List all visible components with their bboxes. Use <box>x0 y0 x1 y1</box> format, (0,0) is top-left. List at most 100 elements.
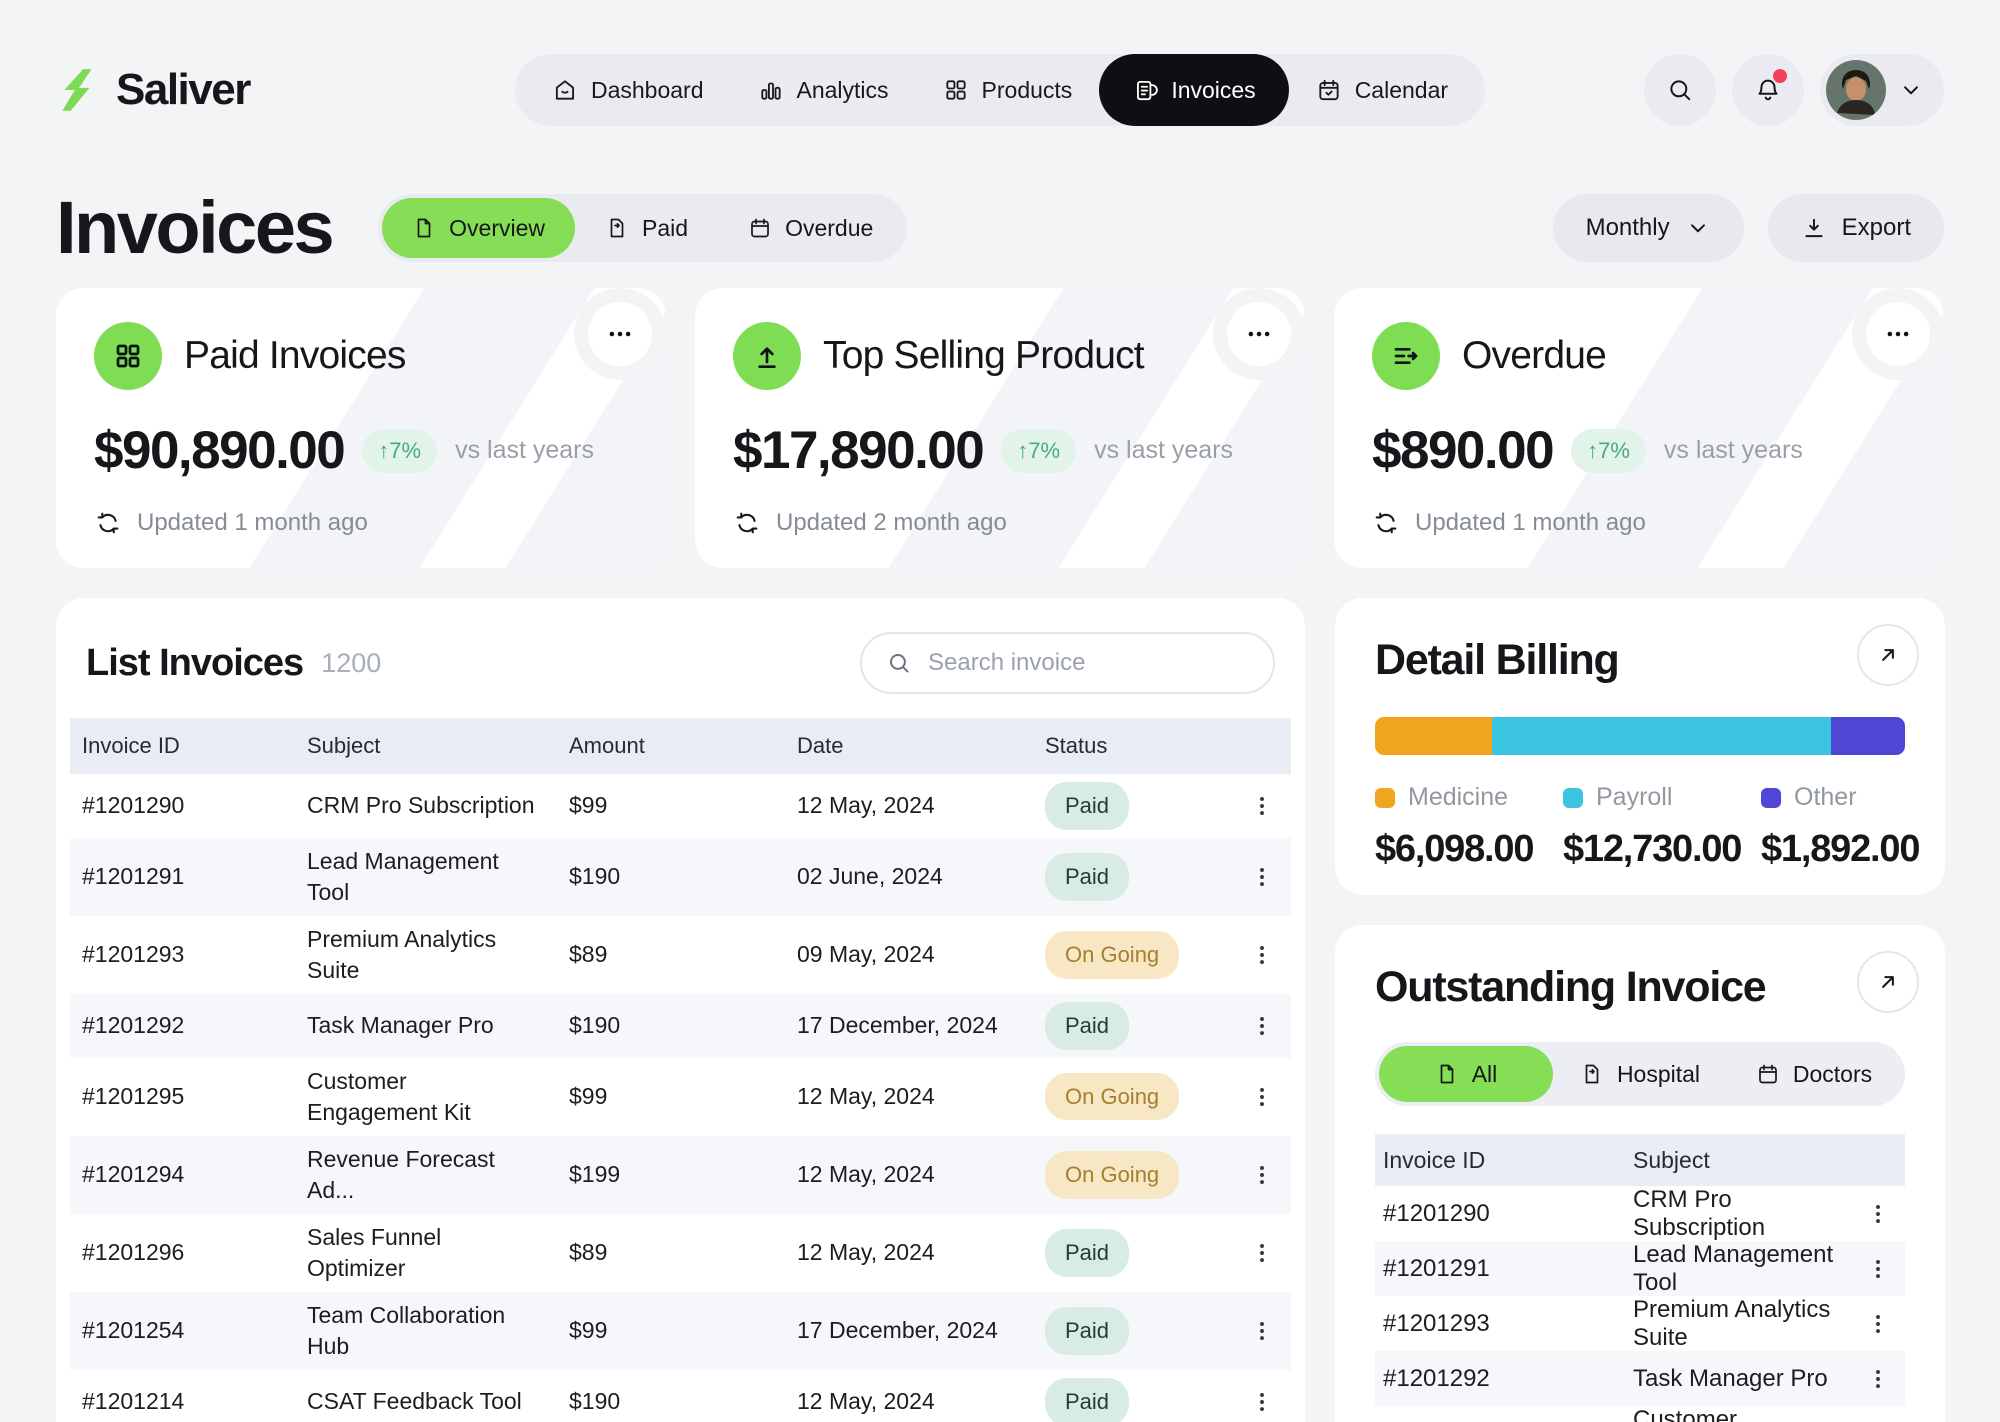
column-header: Status <box>1043 723 1237 769</box>
outstanding-table-header: Invoice ID Subject <box>1375 1134 1905 1186</box>
nav-item-invoices[interactable]: Invoices <box>1099 54 1288 126</box>
export-button[interactable]: Export <box>1768 194 1944 262</box>
row-menu-button[interactable] <box>1861 1201 1897 1227</box>
tab-paid[interactable]: Paid <box>575 198 718 258</box>
billing-amount: $1,892.00 <box>1761 828 1919 871</box>
invoice-id: #1201292 <box>80 1002 305 1049</box>
card-menu-button[interactable] <box>1227 302 1291 366</box>
search-icon <box>886 650 912 676</box>
tab-overview[interactable]: Overview <box>382 198 575 258</box>
row-menu-button[interactable] <box>1861 1256 1897 1282</box>
list-title: List Invoices <box>86 642 303 685</box>
invoice-id: #1201292 <box>1383 1365 1633 1393</box>
invoice-amount: $190 <box>567 1002 795 1049</box>
legend-item: Medicine <box>1375 783 1563 812</box>
row-menu-button[interactable] <box>1237 1389 1281 1415</box>
outstanding-tab-all[interactable]: All <box>1379 1046 1553 1102</box>
outstanding-row: #1201290CRM Pro Subscription <box>1375 1186 1905 1241</box>
open-outstanding-button[interactable] <box>1857 951 1919 1013</box>
bar-segment <box>1492 717 1831 755</box>
outstanding-tab-doctors[interactable]: Doctors <box>1727 1046 1901 1102</box>
row-menu-button[interactable] <box>1237 1240 1281 1266</box>
row-menu-button[interactable] <box>1237 864 1281 890</box>
invoice-amount: $99 <box>567 782 795 829</box>
invoices-page: Saliver Dashboard Analytics Products <box>0 0 2000 1422</box>
nav-label: Analytics <box>797 77 889 104</box>
column-header: Invoice ID <box>1383 1147 1633 1174</box>
table-row: #1201290CRM Pro Subscription$9912 May, 2… <box>70 774 1291 838</box>
invoice-amount: $99 <box>567 1307 795 1354</box>
outstanding-row: #1201293Premium Analytics Suite <box>1375 1296 1905 1351</box>
bar-segment <box>1375 717 1492 755</box>
nav-item-calendar[interactable]: Calendar <box>1289 54 1475 126</box>
nav-item-analytics[interactable]: Analytics <box>731 54 916 126</box>
row-menu-button[interactable] <box>1861 1366 1897 1392</box>
tab-label: All <box>1472 1061 1498 1088</box>
row-menu-button[interactable] <box>1237 1162 1281 1188</box>
invoice-subject: Team Collaboration Hub <box>305 1292 567 1370</box>
invoice-date: 12 May, 2024 <box>795 1151 1043 1198</box>
column-header: Subject <box>1633 1147 1861 1174</box>
invoice-count: 1200 <box>321 648 381 679</box>
legend-item: Payroll <box>1563 783 1761 812</box>
status-badge: Paid <box>1045 853 1129 901</box>
calendar-icon <box>1756 1062 1780 1086</box>
open-detail-billing-button[interactable] <box>1857 624 1919 686</box>
stat-value: $90,890.00 <box>94 420 344 481</box>
card-menu-button[interactable] <box>588 302 652 366</box>
compare-label: vs last years <box>1094 436 1233 465</box>
notification-dot <box>1773 69 1787 83</box>
invoice-amount: $99 <box>567 1073 795 1120</box>
outstanding-row: #1201291Lead Management Tool <box>1375 1241 1905 1296</box>
invoice-subject: Revenue Forecast Ad... <box>305 1136 567 1214</box>
right-column: Detail Billing MedicinePayrollOther $6,0… <box>1335 598 1945 1422</box>
column-header: Date <box>795 723 1043 769</box>
status-badge: Paid <box>1045 782 1129 830</box>
search-invoice-input[interactable] <box>926 648 1249 678</box>
invoice-table-body: #1201290CRM Pro Subscription$9912 May, 2… <box>70 774 1291 1422</box>
search-button[interactable] <box>1644 54 1716 126</box>
bar-chart-icon <box>758 77 784 103</box>
period-select[interactable]: Monthly <box>1553 194 1744 262</box>
stat-title: Top Selling Product <box>823 334 1144 378</box>
row-menu-button[interactable] <box>1861 1311 1897 1337</box>
table-row: #1201254Team Collaboration Hub$9917 Dece… <box>70 1292 1291 1370</box>
card-menu-button[interactable] <box>1866 302 1930 366</box>
row-menu-button[interactable] <box>1237 1013 1281 1039</box>
invoice-id: #1201293 <box>1383 1310 1633 1338</box>
brand-logo: Saliver <box>56 65 250 115</box>
status-badge: On Going <box>1045 931 1179 979</box>
billing-amount: $6,098.00 <box>1375 828 1563 871</box>
invoice-date: 12 May, 2024 <box>795 1378 1043 1422</box>
delta-badge: ↑7% <box>362 429 437 473</box>
stat-card-overdue: Overdue $890.00 ↑7% vs last years Update… <box>1334 288 1944 568</box>
row-menu-button[interactable] <box>1237 793 1281 819</box>
stat-card-top-selling: Top Selling Product $17,890.00 ↑7% vs la… <box>695 288 1305 568</box>
row-menu-button[interactable] <box>1237 1318 1281 1344</box>
invoice-table-header: Invoice ID Subject Amount Date Status <box>70 718 1291 774</box>
legend-label: Payroll <box>1596 783 1672 812</box>
status-badge: Paid <box>1045 1378 1129 1422</box>
page-header: Invoices Overview Paid Overdue <box>56 192 1944 264</box>
invoice-id: #1201296 <box>80 1229 305 1276</box>
outstanding-tab-hospital[interactable]: Hospital <box>1553 1046 1727 1102</box>
search-invoice-field[interactable] <box>860 632 1275 694</box>
calendar-icon <box>1316 77 1342 103</box>
invoice-date: 17 December, 2024 <box>795 1307 1043 1354</box>
table-row: #1201295Customer Engagement Kit$9912 May… <box>70 1058 1291 1136</box>
user-menu[interactable] <box>1820 54 1944 126</box>
detail-billing-title: Detail Billing <box>1375 636 1905 685</box>
billing-stacked-bar <box>1375 717 1905 755</box>
table-row: #1201291Lead Management Tool$19002 June,… <box>70 838 1291 916</box>
notifications-button[interactable] <box>1732 54 1804 126</box>
nav-item-dashboard[interactable]: Dashboard <box>525 54 731 126</box>
invoice-id: #1201214 <box>80 1378 305 1422</box>
row-menu-button[interactable] <box>1237 942 1281 968</box>
nav-item-products[interactable]: Products <box>916 54 1100 126</box>
tab-overdue[interactable]: Overdue <box>718 198 903 258</box>
upload-icon <box>733 322 801 390</box>
invoice-subject: CRM Pro Subscription <box>1633 1186 1861 1242</box>
invoice-tabs: Overview Paid Overdue <box>378 194 907 262</box>
table-row: #1201214CSAT Feedback Tool$19012 May, 20… <box>70 1370 1291 1422</box>
row-menu-button[interactable] <box>1237 1084 1281 1110</box>
